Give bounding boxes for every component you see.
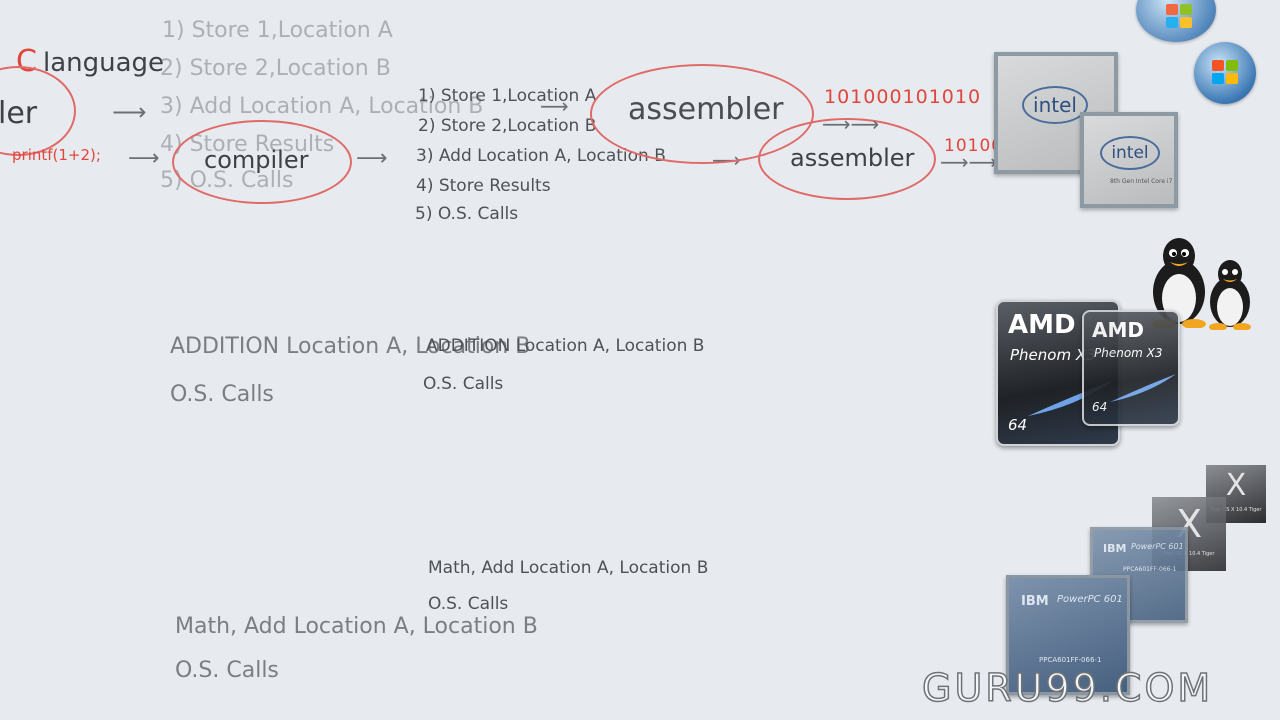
step-list-mid-2: 2) Store 2,Location B xyxy=(418,116,597,136)
ibm-os-calls-large: O.S. Calls xyxy=(175,658,279,683)
ibm-instruction-large: Math, Add Location A, Location B xyxy=(175,614,538,639)
ibm-model-label: PowerPC 601 xyxy=(1057,594,1123,605)
step-list-mid-1: 1) Store 1,Location A xyxy=(418,86,597,106)
compiler-partial-ring xyxy=(0,66,76,156)
step-list-mid-5: 5) O.S. Calls xyxy=(415,204,519,224)
tux-penguin-icon xyxy=(1209,260,1251,330)
ibm-brand-label: IBM xyxy=(1103,542,1127,555)
arrow-to-step-list: ⟶ xyxy=(356,146,388,171)
amd-bits-label: 64 xyxy=(1092,400,1108,414)
ibm-instruction-small: Math, Add Location A, Location B xyxy=(428,558,709,578)
arrow-to-compiler: ⟶ xyxy=(128,146,160,171)
amd-brand-label: AMD xyxy=(1092,318,1144,342)
arrow-to-assembler-1: ⟶ xyxy=(540,94,569,118)
amd-phenom-chip-small: AMD Phenom X3 64 xyxy=(1082,310,1180,426)
intel-chip-caption: 8th Gen Intel Core i7 xyxy=(1110,178,1173,185)
ibm-part-label: PPCA601FF-066-1 xyxy=(1039,656,1102,664)
step-list-left-1: 1) Store 1,Location A xyxy=(162,18,393,43)
ibm-brand-label: IBM xyxy=(1021,594,1049,609)
amd-swoosh-icon xyxy=(1110,374,1176,402)
code-snippet: printf(1+2); xyxy=(12,146,101,164)
arrow-to-intel-2: ⟶⟶ xyxy=(940,150,998,174)
amd-bits-label: 64 xyxy=(1008,416,1028,434)
guru99-watermark: GURU99.COM xyxy=(921,665,1214,711)
amd-os-calls-small: O.S. Calls xyxy=(423,374,504,394)
windows-logo-icon xyxy=(1194,42,1256,104)
intel-chip-small: intel 8th Gen Intel Core i7 xyxy=(1080,112,1178,208)
step-list-left-2: 2) Store 2,Location B xyxy=(160,56,391,81)
intel-logo-icon: intel xyxy=(1022,86,1088,124)
ibm-part-label: PPCA601FF-066-1 xyxy=(1123,566,1177,573)
intel-logo-icon: intel xyxy=(1100,136,1160,170)
amd-model-label: Phenom X3 xyxy=(1094,346,1163,360)
windows-logo-icon xyxy=(1136,0,1216,42)
amd-brand-label: AMD xyxy=(1008,310,1076,340)
amd-instruction-small: ADDITION Location A, Location B xyxy=(426,336,705,356)
language-label: language xyxy=(43,48,165,78)
compiler-ring xyxy=(172,120,352,204)
ibm-os-calls-small: O.S. Calls xyxy=(428,594,509,614)
amd-os-calls-large: O.S. Calls xyxy=(170,382,274,407)
ibm-model-label: PowerPC 601 xyxy=(1131,542,1184,551)
binary-output-1: 101000101010 xyxy=(824,86,982,108)
step-list-mid-4: 4) Store Results xyxy=(416,176,551,196)
arrow-to-steps: ⟶ xyxy=(112,98,147,126)
arrow-to-intel-1: ⟶⟶ xyxy=(822,112,880,136)
